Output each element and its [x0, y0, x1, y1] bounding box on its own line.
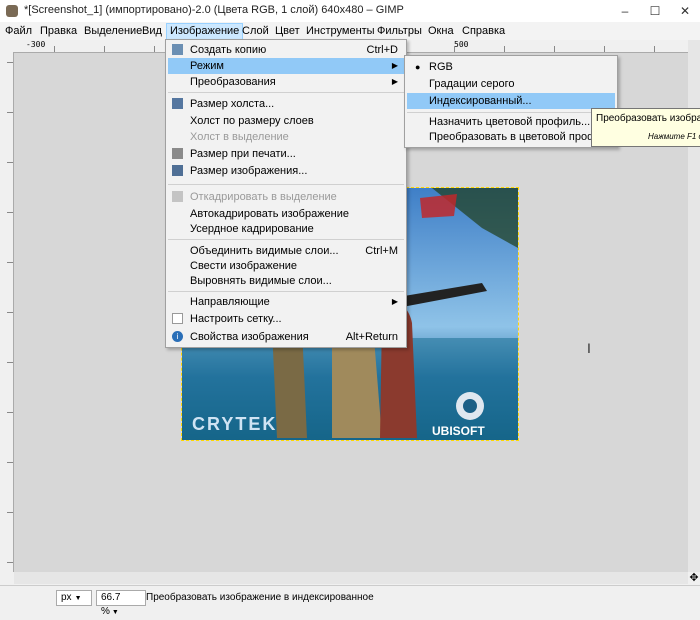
menu-item-indexed[interactable]: Индексированный... — [407, 93, 615, 109]
submenu-arrow-icon: ▶ — [391, 61, 398, 70]
menu-bar: Файл Правка Выделение Вид Изображение Сл… — [0, 22, 700, 41]
crop-icon — [172, 191, 183, 202]
duplicate-icon — [172, 44, 183, 55]
menu-item-align-visible[interactable]: Выровнять видимые слои... — [168, 273, 404, 289]
horizontal-scrollbar[interactable] — [14, 572, 688, 584]
gimp-app-icon — [6, 5, 18, 17]
title-bar: *[Screenshot_1] (импортировано)-2.0 (Цве… — [0, 0, 700, 23]
menu-file[interactable]: Файл — [5, 25, 32, 37]
scale-image-icon — [172, 165, 183, 176]
tooltip-text: Преобразовать изобра — [596, 113, 700, 124]
ruler-label: -300 — [26, 40, 46, 49]
status-message: Преобразовать изображение в индексирован… — [146, 592, 374, 603]
menu-item-assign-color-profile[interactable]: Назначить цветовой профиль... — [407, 114, 615, 130]
menu-separator — [168, 92, 404, 93]
image-menu: Создать копию Ctrl+D Режим ▶ Преобразова… — [165, 39, 407, 348]
menu-separator — [168, 239, 404, 240]
menu-item-merge-visible[interactable]: Объединить видимые слои... Ctrl+M — [168, 243, 404, 259]
menu-filters[interactable]: Фильтры — [377, 25, 422, 37]
menu-edit[interactable]: Правка — [40, 25, 77, 37]
unit-select[interactable]: px ▼ — [56, 590, 92, 606]
menu-item-print-size[interactable]: Размер при печати... — [168, 146, 404, 162]
menu-color[interactable]: Цвет — [275, 25, 300, 37]
navigate-icon[interactable]: ✥ — [688, 572, 700, 584]
vertical-ruler — [0, 52, 14, 572]
crytek-logo: CRYTEK — [192, 414, 277, 434]
menu-item-fit-canvas-layers[interactable]: Холст по размеру слоев — [168, 113, 404, 129]
tooltip-hint: Нажмите F1 д — [648, 132, 700, 141]
chevron-down-icon: ▼ — [111, 609, 119, 616]
canvas-size-icon — [172, 98, 183, 109]
menu-layer[interactable]: Слой — [242, 25, 269, 37]
menu-item-canvas-size[interactable]: Размер холста... — [168, 96, 404, 112]
info-icon: i — [172, 331, 183, 342]
menu-separator — [168, 184, 404, 185]
menu-windows[interactable]: Окна — [428, 25, 454, 37]
ibeam-cursor-icon: I — [587, 340, 591, 356]
status-bar: px ▼ 66.7 % ▼ Преобразовать изображение в … — [0, 585, 700, 617]
menu-separator — [407, 112, 615, 113]
menu-item-transform[interactable]: Преобразования ▶ — [168, 74, 404, 90]
menu-separator — [168, 291, 404, 292]
menu-item-configure-grid[interactable]: Настроить сетку... — [168, 311, 404, 327]
tooltip: Преобразовать изобра Нажмите F1 д — [591, 108, 700, 147]
menu-item-crop-to-selection: Откадрировать в выделение — [168, 189, 404, 205]
minimize-button[interactable]: – — [610, 0, 640, 22]
menu-item-rgb[interactable]: ● RGB — [407, 59, 615, 75]
ruler-label: 500 — [454, 40, 469, 49]
window-title: *[Screenshot_1] (импортировано)-2.0 (Цве… — [24, 4, 404, 16]
menu-view[interactable]: Вид — [142, 25, 162, 37]
unit-value: px — [61, 592, 72, 603]
menu-item-zealous-crop[interactable]: Усердное кадрирование — [168, 221, 404, 237]
menu-tools[interactable]: Инструменты — [306, 25, 375, 37]
ubisoft-logo: UBISOFT — [432, 424, 485, 438]
mode-submenu: ● RGB Градации серого Индексированный...… — [404, 55, 618, 148]
menu-item-autocrop[interactable]: Автокадрировать изображение — [168, 206, 404, 222]
print-size-icon — [172, 148, 183, 159]
menu-item-mode[interactable]: Режим ▶ — [168, 58, 404, 74]
radio-checked-icon: ● — [415, 62, 421, 72]
submenu-arrow-icon: ▶ — [391, 77, 398, 86]
close-button[interactable]: ✕ — [670, 0, 700, 22]
menu-item-flatten[interactable]: Свести изображение — [168, 258, 404, 274]
menu-item-image-properties[interactable]: i Свойства изображения Alt+Return — [168, 329, 404, 345]
menu-item-grayscale[interactable]: Градации серого — [407, 76, 615, 92]
grid-icon — [172, 313, 183, 324]
menu-item-fit-canvas-selection: Холст в выделение — [190, 131, 289, 143]
menu-item-guides[interactable]: Направляющие ▶ — [168, 294, 404, 310]
menu-help[interactable]: Справка — [462, 25, 505, 37]
submenu-arrow-icon: ▶ — [391, 297, 398, 306]
menu-item-duplicate[interactable]: Создать копию Ctrl+D — [168, 42, 404, 58]
menu-select[interactable]: Выделение — [84, 25, 142, 37]
zoom-select[interactable]: 66.7 % ▼ — [96, 590, 146, 617]
menu-item-scale-image[interactable]: Размер изображения... — [168, 163, 404, 179]
chevron-down-icon: ▼ — [74, 595, 82, 602]
menu-item-convert-color-profile[interactable]: Преобразовать в цветовой профиль — [407, 129, 615, 145]
maximize-button[interactable]: ☐ — [640, 0, 670, 22]
